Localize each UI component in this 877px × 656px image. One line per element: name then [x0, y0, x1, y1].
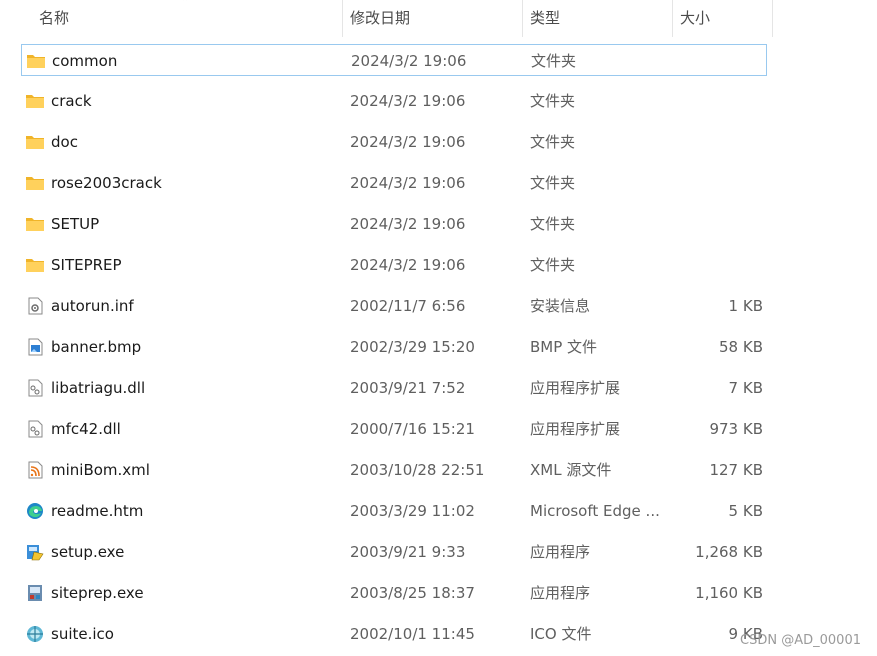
- file-modified-date: 2002/10/1 11:45: [350, 625, 475, 643]
- file-size: [671, 208, 763, 240]
- file-type: 文件夹: [531, 52, 577, 70]
- exe-icon: [25, 584, 45, 602]
- file-size: [671, 167, 763, 199]
- file-row[interactable]: crack 2024/3/2 19:06 文件夹: [21, 85, 767, 117]
- file-modified-date: 2000/7/16 15:21: [350, 420, 475, 438]
- file-row[interactable]: autorun.inf 2002/11/7 6:56 安装信息 1 KB: [21, 290, 767, 322]
- file-row[interactable]: doc 2024/3/2 19:06 文件夹: [21, 126, 767, 158]
- file-type: 应用程序: [530, 584, 591, 602]
- file-size: 1 KB: [728, 297, 763, 315]
- sort-up-arrow-icon: ⌃: [180, 0, 191, 9]
- file-row[interactable]: SETUP 2024/3/2 19:06 文件夹: [21, 208, 767, 240]
- file-size: 58 KB: [719, 338, 763, 356]
- folder-icon: [25, 174, 45, 192]
- folder-icon: [26, 52, 46, 70]
- dll-file-icon: [25, 379, 45, 397]
- file-name: suite.ico: [51, 625, 114, 643]
- file-name: siteprep.exe: [51, 584, 144, 602]
- file-type: 应用程序: [530, 543, 591, 561]
- file-row[interactable]: mfc42.dll 2000/7/16 15:21 应用程序扩展 973 KB: [21, 413, 767, 445]
- column-header-type[interactable]: 类型: [522, 0, 672, 37]
- file-name: crack: [51, 92, 92, 110]
- file-name: setup.exe: [51, 543, 125, 561]
- file-size: 127 KB: [709, 461, 763, 479]
- file-type: BMP 文件: [530, 338, 598, 356]
- file-type: 文件夹: [530, 215, 576, 233]
- file-size: 5 KB: [728, 502, 763, 520]
- file-type: 文件夹: [530, 256, 576, 274]
- file-type: Microsoft Edge ...: [530, 502, 660, 520]
- file-modified-date: 2003/10/28 22:51: [350, 461, 485, 479]
- file-size: 1,268 KB: [695, 543, 763, 561]
- settings-file-icon: [25, 297, 45, 315]
- file-modified-date: 2003/9/21 9:33: [350, 543, 466, 561]
- file-size: [672, 45, 764, 77]
- watermark: CSDN @AD_00001: [740, 633, 861, 648]
- column-header-date[interactable]: 修改日期: [342, 0, 522, 37]
- dll-file-icon: [25, 420, 45, 438]
- file-type: 应用程序扩展: [530, 420, 621, 438]
- file-modified-date: 2003/3/29 11:02: [350, 502, 475, 520]
- file-type: 文件夹: [530, 133, 576, 151]
- ico-file-icon: [25, 625, 45, 643]
- folder-icon: [25, 256, 45, 274]
- edge-icon: [25, 502, 45, 520]
- file-modified-date: 2003/9/21 7:52: [350, 379, 466, 397]
- file-name: common: [52, 52, 118, 70]
- file-modified-date: 2002/11/7 6:56: [350, 297, 466, 315]
- file-size: [671, 85, 763, 117]
- file-name: mfc42.dll: [51, 420, 121, 438]
- file-name: readme.htm: [51, 502, 144, 520]
- file-type: ICO 文件: [530, 625, 592, 643]
- file-row[interactable]: libatriagu.dll 2003/9/21 7:52 应用程序扩展 7 KB: [21, 372, 767, 404]
- file-size: [671, 249, 763, 281]
- file-row[interactable]: suite.ico 2002/10/1 11:45 ICO 文件 9 KB: [21, 618, 767, 650]
- file-row[interactable]: rose2003crack 2024/3/2 19:06 文件夹: [21, 167, 767, 199]
- file-name: banner.bmp: [51, 338, 142, 356]
- file-name: SETUP: [51, 215, 100, 233]
- file-name: miniBom.xml: [51, 461, 150, 479]
- file-size: 1,160 KB: [695, 584, 763, 602]
- file-name: doc: [51, 133, 78, 151]
- folder-icon: [25, 133, 45, 151]
- file-type: 应用程序扩展: [530, 379, 621, 397]
- file-modified-date: 2024/3/2 19:06: [350, 133, 466, 151]
- file-modified-date: 2024/3/2 19:06: [351, 52, 467, 70]
- file-size: 973 KB: [709, 420, 763, 438]
- file-name: rose2003crack: [51, 174, 162, 192]
- file-row[interactable]: SITEPREP 2024/3/2 19:06 文件夹: [21, 249, 767, 281]
- file-size: 7 KB: [728, 379, 763, 397]
- xml-file-icon: [25, 461, 45, 479]
- file-modified-date: 2024/3/2 19:06: [350, 92, 466, 110]
- folder-icon: [25, 92, 45, 110]
- file-modified-date: 2002/3/29 15:20: [350, 338, 475, 356]
- file-type: 文件夹: [530, 92, 576, 110]
- file-row[interactable]: miniBom.xml 2003/10/28 22:51 XML 源文件 127 KB: [21, 454, 767, 486]
- file-modified-date: 2003/8/25 18:37: [350, 584, 475, 602]
- file-name: libatriagu.dll: [51, 379, 146, 397]
- file-type: XML 源文件: [530, 461, 612, 479]
- file-modified-date: 2024/3/2 19:06: [350, 174, 466, 192]
- file-type: 安装信息: [530, 297, 591, 315]
- file-modified-date: 2024/3/2 19:06: [350, 256, 466, 274]
- file-row[interactable]: siteprep.exe 2003/8/25 18:37 应用程序 1,160 KB: [21, 577, 767, 609]
- file-row[interactable]: readme.htm 2003/3/29 11:02 Microsoft Edge …: [21, 495, 767, 527]
- file-name: SITEPREP: [51, 256, 122, 274]
- setup-exe-icon: [25, 543, 45, 561]
- file-type: 文件夹: [530, 174, 576, 192]
- file-row[interactable]: common 2024/3/2 19:06 文件夹: [21, 44, 767, 76]
- image-file-icon: [25, 338, 45, 356]
- column-header-size[interactable]: 大小: [672, 0, 772, 37]
- column-divider[interactable]: [772, 0, 773, 37]
- file-row[interactable]: banner.bmp 2002/3/29 15:20 BMP 文件 58 KB: [21, 331, 767, 363]
- file-row[interactable]: setup.exe 2003/9/21 9:33 应用程序 1,268 KB: [21, 536, 767, 568]
- file-modified-date: 2024/3/2 19:06: [350, 215, 466, 233]
- file-name: autorun.inf: [51, 297, 134, 315]
- folder-icon: [25, 215, 45, 233]
- column-header-bar: 名称 ⌃ 修改日期 类型 大小: [0, 0, 877, 37]
- file-size: [671, 126, 763, 158]
